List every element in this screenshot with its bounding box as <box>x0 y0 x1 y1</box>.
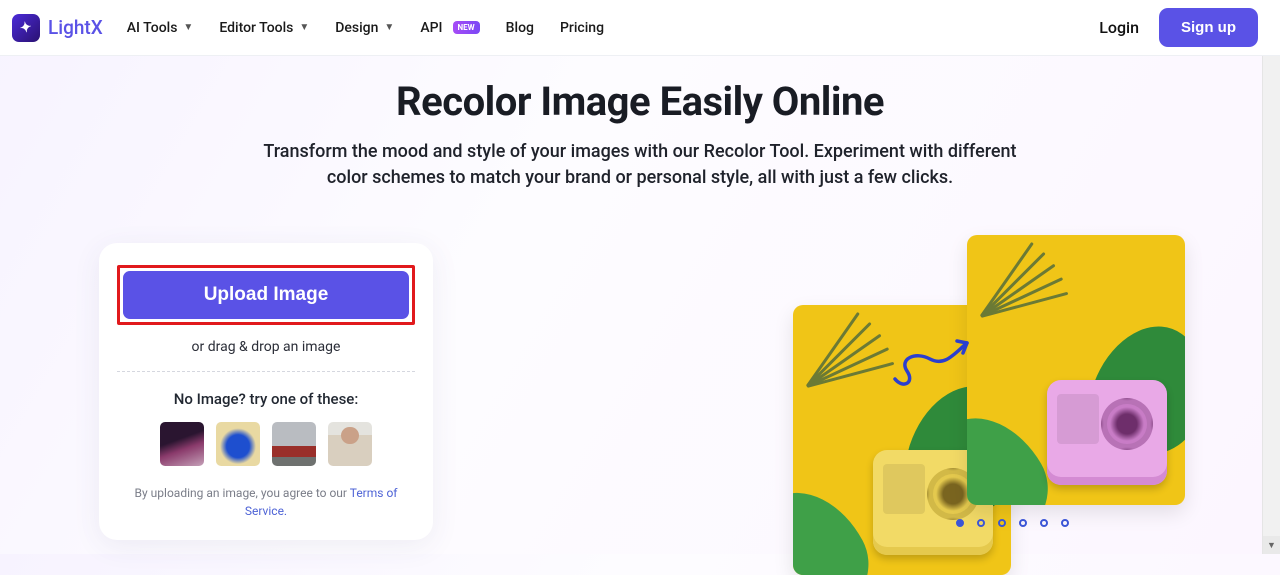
page-subtitle: Transform the mood and style of your ima… <box>260 139 1020 191</box>
header: ✦ LightX AI Tools ▼ Editor Tools ▼ Desig… <box>0 0 1280 56</box>
sample-man-suit[interactable] <box>328 422 372 466</box>
arrow-icon <box>885 331 975 391</box>
nav-pricing[interactable]: Pricing <box>560 20 604 36</box>
new-badge: NEW <box>453 21 480 34</box>
nav-ai-tools[interactable]: AI Tools ▼ <box>127 20 194 36</box>
drag-drop-text: or drag & drop an image <box>117 339 415 355</box>
upload-image-button[interactable]: Upload Image <box>123 271 409 319</box>
no-image-text: No Image? try one of these: <box>117 390 415 408</box>
main-nav: AI Tools ▼ Editor Tools ▼ Design ▼ API N… <box>127 20 604 36</box>
carousel-dot[interactable] <box>977 519 985 527</box>
nav-design[interactable]: Design ▼ <box>335 20 394 36</box>
nav-api[interactable]: API NEW <box>420 20 479 36</box>
sample-headphones[interactable] <box>216 422 260 466</box>
logo-icon: ✦ <box>12 14 40 42</box>
chevron-down-icon: ▼ <box>384 22 394 33</box>
demo-images <box>765 235 1185 535</box>
login-link[interactable]: Login <box>1099 18 1139 37</box>
carousel-dot[interactable] <box>1019 519 1027 527</box>
carousel-dots <box>956 519 1069 527</box>
nav-label: Pricing <box>560 20 604 36</box>
content-row: Upload Image or drag & drop an image No … <box>85 243 1195 540</box>
carousel-dot[interactable] <box>956 519 964 527</box>
page-title: Recolor Image Easily Online <box>0 78 1280 125</box>
nav-blog[interactable]: Blog <box>506 20 534 36</box>
legal-pre: By uploading an image, you agree to our <box>135 486 350 500</box>
nav-label: Blog <box>506 20 534 36</box>
sample-thumbnails <box>117 422 415 466</box>
chevron-down-icon: ▼ <box>183 22 193 33</box>
sample-car[interactable] <box>272 422 316 466</box>
nav-label: Editor Tools <box>219 20 293 36</box>
nav-label: AI Tools <box>127 20 178 36</box>
legal-text: By uploading an image, you agree to our … <box>117 484 415 520</box>
main: Recolor Image Easily Online Transform th… <box>0 56 1280 540</box>
carousel-dot[interactable] <box>1040 519 1048 527</box>
chevron-down-icon: ▼ <box>299 22 309 33</box>
carousel-dot[interactable] <box>1061 519 1069 527</box>
sample-woman-dress[interactable] <box>160 422 204 466</box>
scrollbar[interactable]: ▲ ▼ <box>1262 0 1280 554</box>
divider <box>117 371 415 372</box>
signup-button[interactable]: Sign up <box>1159 8 1258 47</box>
nav-label: Design <box>335 20 378 36</box>
demo-image-after <box>967 235 1185 505</box>
nav-editor-tools[interactable]: Editor Tools ▼ <box>219 20 309 36</box>
logo[interactable]: ✦ LightX <box>12 14 103 42</box>
logo-text: LightX <box>48 16 103 39</box>
highlight-box: Upload Image <box>117 265 415 325</box>
nav-label: API <box>420 20 442 36</box>
carousel-dot[interactable] <box>998 519 1006 527</box>
header-right: Login Sign up <box>1099 8 1258 47</box>
upload-card: Upload Image or drag & drop an image No … <box>99 243 433 540</box>
scroll-down-icon[interactable]: ▼ <box>1263 536 1280 554</box>
